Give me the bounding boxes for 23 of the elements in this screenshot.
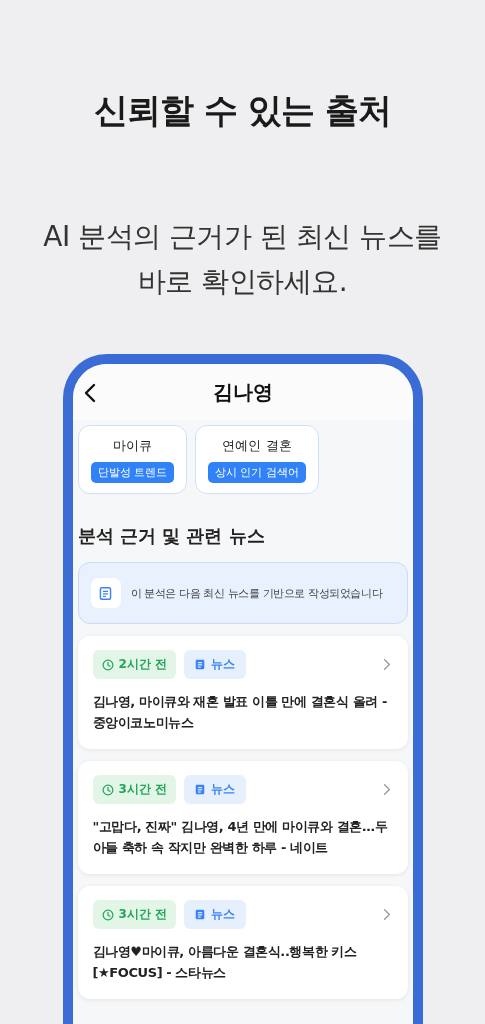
screen-title: 김나영 [212,378,273,406]
topic-name: 연예인 결혼 [222,437,292,455]
topic-card[interactable]: 마이큐 단발성 트렌드 [77,425,187,494]
type-text: 뉴스 [211,656,236,673]
type-text: 뉴스 [211,906,236,923]
topic-name: 마이큐 [112,437,152,455]
notice-text: 이 분석은 다음 최신 뉴스를 기반으로 작성되었습니다 [130,585,383,601]
time-text: 3시간 전 [118,781,168,798]
type-text: 뉴스 [211,781,236,798]
news-card[interactable]: 2시간 전 뉴스 김나영, 마이큐와 재혼 발표 이틀 만에 결혼식 올려 - 중앙이코노미뉴스 [77,636,408,749]
section-title: 분석 근거 및 관련 뉴스 [77,524,266,548]
news-card[interactable]: 3시간 전 뉴스 김나영♥마이큐, 아름다운 결혼식..행복한 키스 [★FOCUS] - 스타뉴스 [77,886,408,999]
subtitle: AI 분석의 근거가 된 최신 뉴스를 바로 확인하세요. [43,219,442,300]
news-headline: "고맙다, 진짜" 김나영, 4년 만에 마이큐와 결혼…두 아들 축하 속 작지만 완벽한 하루 - 네이트 [92,818,389,857]
headline: 신뢰할 수 있는 출처 [94,89,391,132]
topic-tag: 단발성 트렌드 [90,462,174,483]
news-headline: 김나영, 마이큐와 재혼 발표 이틀 만에 결혼식 올려 - 중앙이코노미뉴스 [92,693,389,732]
topic-card[interactable]: 연예인 결혼 상시 인기 검색어 [195,425,319,494]
time-text: 3시간 전 [118,906,168,923]
news-card[interactable]: 3시간 전 뉴스 "고맙다, 진짜" 김나영, 4년 만에 마이큐와 결혼…두 아들 축하 속 작지만 완벽한 하루 - 네이트 [77,761,408,874]
topic-tag: 상시 인기 검색어 [208,462,306,483]
time-text: 2시간 전 [118,656,168,673]
news-headline: 김나영♥마이큐, 아름다운 결혼식..행복한 키스 [★FOCUS] - 스타뉴스 [92,943,358,982]
